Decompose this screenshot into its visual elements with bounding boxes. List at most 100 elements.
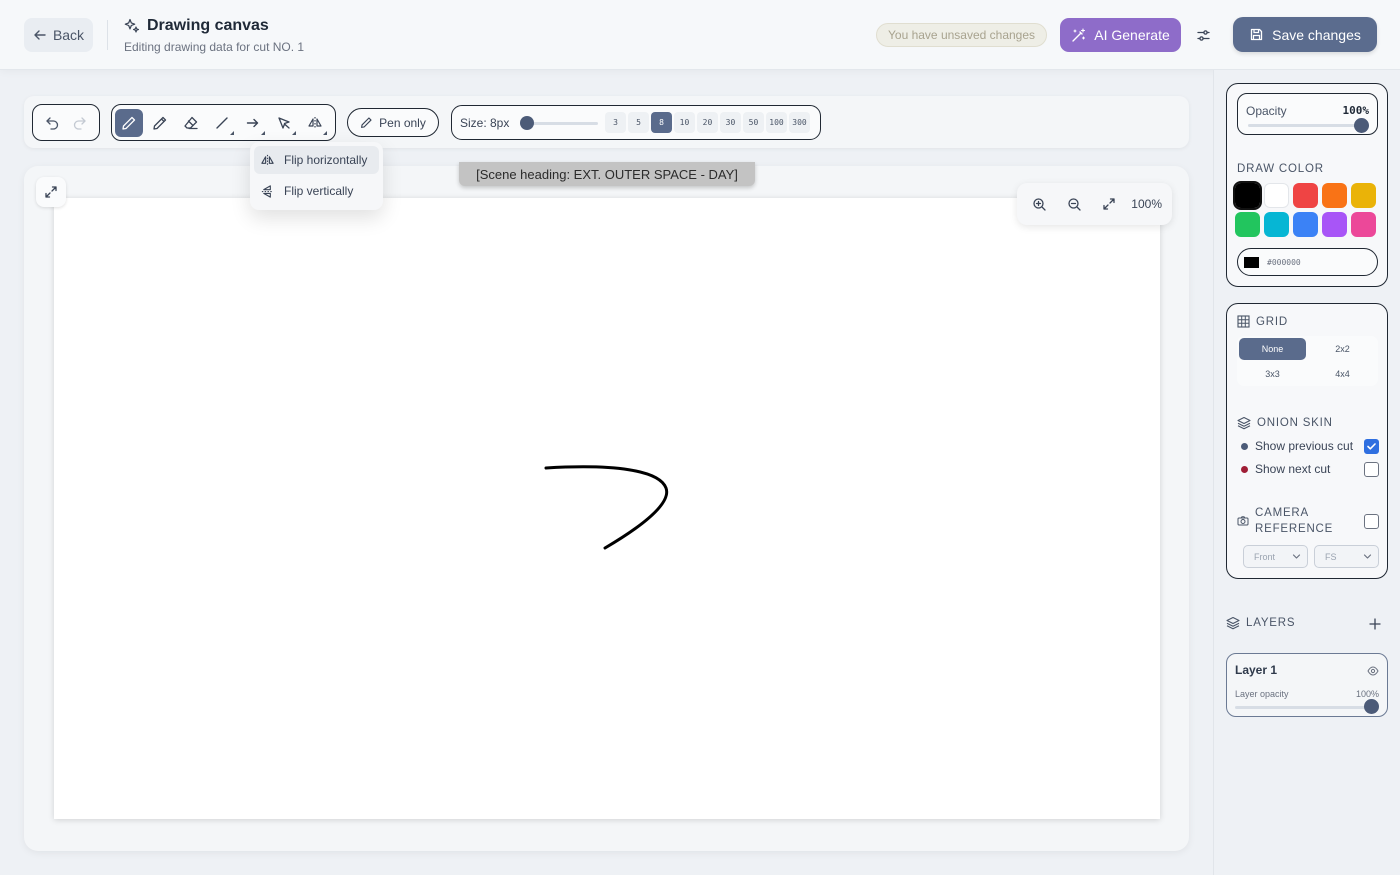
- unsaved-changes-badge: You have unsaved changes: [876, 23, 1048, 47]
- history-group: [32, 104, 100, 141]
- flip-vertically-item[interactable]: Flip vertically: [254, 177, 379, 205]
- zoom-in-button[interactable]: [1027, 191, 1052, 217]
- save-changes-button[interactable]: Save changes: [1233, 17, 1377, 52]
- color-swatch[interactable]: [1351, 212, 1376, 237]
- scene-heading-label: [Scene heading: EXT. OUTER SPACE - DAY]: [459, 162, 755, 186]
- grid-options: None 2x2 3x3 4x4: [1237, 336, 1378, 386]
- hex-value: #000000: [1267, 257, 1301, 267]
- select-tool[interactable]: [270, 109, 298, 137]
- camera-reference-label: CAMERA REFERENCE: [1255, 507, 1334, 535]
- layer-item[interactable]: Layer 1 Layer opacity 100%: [1226, 653, 1388, 717]
- eraser-icon: [184, 116, 198, 129]
- camera-selects: Front FS: [1243, 545, 1379, 568]
- magic-wand-icon: [1072, 27, 1086, 42]
- opacity-slider-thumb[interactable]: [1354, 118, 1369, 133]
- back-button[interactable]: Back: [24, 18, 93, 52]
- size-preset-50[interactable]: 50: [743, 112, 764, 133]
- grid-option-4x4[interactable]: 4x4: [1309, 363, 1376, 385]
- pencil-tool[interactable]: [146, 109, 174, 137]
- pencil-icon: [153, 116, 167, 130]
- drawn-stroke: [544, 465, 669, 550]
- next-cut-dot: [1241, 465, 1248, 473]
- size-slider-track[interactable]: [528, 122, 598, 125]
- size-preset-20[interactable]: 20: [697, 112, 718, 133]
- onion-skin-label: ONION SKIN: [1257, 417, 1333, 429]
- eye-icon[interactable]: [1367, 663, 1379, 681]
- page-subtitle: Editing drawing data for cut NO. 1: [124, 40, 305, 54]
- layer-opacity-label: Layer opacity: [1235, 689, 1289, 699]
- grid-option-none[interactable]: None: [1239, 338, 1306, 360]
- color-swatch[interactable]: [1233, 181, 1262, 210]
- size-preset-5[interactable]: 5: [628, 112, 649, 133]
- opacity-label: Opacity: [1246, 104, 1287, 118]
- pen-tool[interactable]: [115, 108, 143, 137]
- arrow-tool[interactable]: [239, 109, 267, 137]
- expand-icon: [1103, 198, 1115, 210]
- camera-shot-select[interactable]: FS: [1314, 545, 1379, 568]
- settings-button[interactable]: [1188, 20, 1218, 50]
- opacity-control: Opacity 100%: [1237, 93, 1378, 135]
- camera-view-select[interactable]: Front: [1243, 545, 1308, 568]
- add-layer-button[interactable]: [1366, 615, 1384, 633]
- layers-heading-label: LAYERS: [1246, 617, 1296, 629]
- onion-skin-heading: ONION SKIN: [1237, 416, 1333, 430]
- zoom-out-button[interactable]: [1062, 191, 1087, 217]
- grid-option-3x3[interactable]: 3x3: [1239, 363, 1306, 385]
- show-next-cut-row: Show next cut: [1241, 460, 1379, 478]
- size-slider-thumb[interactable]: [520, 116, 534, 130]
- pen-icon: [361, 117, 372, 128]
- size-preset-8[interactable]: 8: [651, 112, 672, 133]
- draw-color-heading: DRAW COLOR: [1237, 163, 1324, 175]
- line-tool[interactable]: [208, 109, 236, 137]
- size-presets: 3 5 8 10 20 30 50 100 300: [605, 112, 810, 133]
- show-next-cut-checkbox[interactable]: [1364, 461, 1379, 477]
- hex-color-input[interactable]: #000000: [1237, 248, 1378, 276]
- flip-horizontally-item[interactable]: Flip horizontally: [254, 146, 379, 174]
- sparkles-icon: [124, 18, 140, 33]
- grid-option-2x2[interactable]: 2x2: [1309, 338, 1376, 360]
- redo-button[interactable]: [67, 110, 93, 136]
- undo-button[interactable]: [40, 110, 66, 136]
- camera-reference-checkbox[interactable]: [1364, 514, 1379, 529]
- ai-generate-button[interactable]: AI Generate: [1060, 18, 1181, 52]
- color-swatch[interactable]: [1264, 183, 1289, 208]
- drawing-canvas[interactable]: [54, 198, 1160, 819]
- pen-only-label: Pen only: [379, 115, 426, 130]
- opacity-slider-track[interactable]: [1248, 124, 1360, 127]
- camera-reference-row: CAMERA REFERENCE: [1237, 505, 1379, 539]
- zoom-controls: 100%: [1017, 183, 1172, 225]
- flip-vertical-icon: [261, 184, 274, 198]
- color-swatch[interactable]: [1293, 183, 1318, 208]
- back-label: Back: [52, 27, 85, 43]
- color-swatch[interactable]: [1322, 183, 1347, 208]
- opacity-value: 100%: [1342, 104, 1370, 117]
- page-title: Drawing canvas: [147, 17, 269, 34]
- layer-opacity-slider-thumb[interactable]: [1364, 699, 1379, 714]
- size-preset-30[interactable]: 30: [720, 112, 741, 133]
- pen-only-toggle[interactable]: Pen only: [347, 108, 439, 137]
- eraser-tool[interactable]: [177, 109, 205, 137]
- flip-tool[interactable]: [301, 109, 329, 137]
- color-swatch[interactable]: [1322, 212, 1347, 237]
- fit-to-screen-button[interactable]: [1097, 191, 1122, 217]
- size-label: Size: 8px: [460, 116, 510, 130]
- grid-heading: GRID: [1237, 315, 1288, 328]
- ai-generate-label: AI Generate: [1094, 27, 1170, 43]
- zoom-level: 100%: [1131, 197, 1162, 211]
- show-previous-cut-checkbox[interactable]: [1364, 438, 1379, 454]
- color-swatch[interactable]: [1264, 212, 1289, 237]
- size-preset-300[interactable]: 300: [789, 112, 810, 133]
- color-swatch[interactable]: [1351, 183, 1376, 208]
- size-preset-100[interactable]: 100: [766, 112, 787, 133]
- color-swatch[interactable]: [1293, 212, 1318, 237]
- grid-icon: [1237, 315, 1250, 328]
- layer-opacity-slider-track[interactable]: [1235, 706, 1370, 709]
- tool-group: [111, 104, 336, 141]
- flip-horizontal-icon: [261, 154, 274, 166]
- size-preset-3[interactable]: 3: [605, 112, 626, 133]
- size-preset-10[interactable]: 10: [674, 112, 695, 133]
- layers-icon: [1226, 616, 1240, 630]
- color-swatch[interactable]: [1235, 212, 1260, 237]
- fullscreen-button[interactable]: [36, 177, 66, 207]
- submenu-indicator: [261, 130, 265, 135]
